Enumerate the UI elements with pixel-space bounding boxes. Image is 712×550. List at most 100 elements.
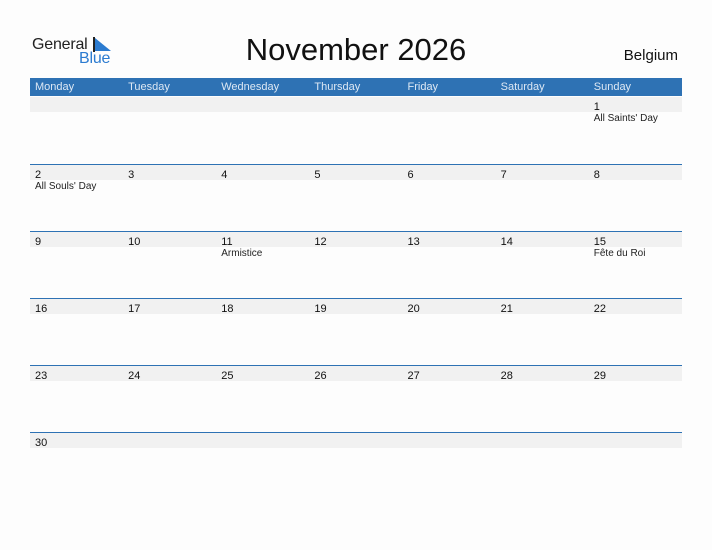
day-cell: 7: [496, 165, 589, 181]
day-cell: 15 Fête du Roi: [589, 232, 682, 259]
day-cell: 12: [309, 232, 402, 248]
day-cell: 13: [403, 232, 496, 248]
day-cell: 6: [403, 165, 496, 181]
day-number: 5: [314, 169, 321, 181]
day-number: 28: [500, 370, 513, 382]
day-cell: 19: [309, 299, 402, 315]
holiday-label: All Souls' Day: [35, 181, 97, 192]
day-number: 12: [314, 236, 327, 248]
day-number-strip: 9 10 11 Armistice 12 13 14 15 Fête du Roi: [30, 232, 682, 259]
day-cell: 26: [309, 366, 402, 382]
day-cell: [123, 97, 216, 112]
weekday-monday: Monday: [35, 81, 75, 93]
day-number-strip: 30: [30, 433, 682, 449]
day-cell: [589, 433, 682, 448]
day-number: 17: [128, 303, 141, 315]
day-cell: 25: [216, 366, 309, 382]
day-cell: 9: [30, 232, 123, 248]
day-number: 25: [221, 370, 234, 382]
week-row: 23 24 25 26 27 28 29: [30, 365, 682, 432]
country-label: Belgium: [623, 47, 678, 64]
day-number: 27: [407, 370, 420, 382]
day-number: 18: [221, 303, 234, 315]
day-cell: 17: [123, 299, 216, 315]
holiday-label: Fête du Roi: [593, 248, 646, 259]
day-number: 1: [593, 101, 600, 113]
day-number: 23: [35, 370, 48, 382]
day-cell: 29: [589, 366, 682, 382]
day-cell: 5: [309, 165, 402, 181]
day-cell: [496, 97, 589, 112]
day-number: 30: [35, 437, 48, 449]
day-cell: 8: [589, 165, 682, 181]
day-number: 3: [128, 169, 135, 181]
day-cell: [216, 433, 309, 448]
day-cell: 20: [403, 299, 496, 315]
day-cell: 14: [496, 232, 589, 248]
day-number: 15: [593, 236, 606, 248]
calendar-grid: Monday Tuesday Wednesday Thursday Friday…: [30, 78, 682, 462]
day-cell: [123, 433, 216, 448]
day-cell: 27: [403, 366, 496, 382]
day-cell: [309, 97, 402, 112]
weekday-header: Monday Tuesday Wednesday Thursday Friday…: [30, 78, 682, 96]
day-number: 14: [500, 236, 513, 248]
day-cell: 10: [123, 232, 216, 248]
day-cell: [496, 433, 589, 448]
day-cell: 11 Armistice: [216, 232, 309, 259]
day-number: 21: [500, 303, 513, 315]
day-number-strip: 16 17 18 19 20 21 22: [30, 299, 682, 315]
week-row: 9 10 11 Armistice 12 13 14 15 Fête du Roi: [30, 231, 682, 298]
day-number: 4: [221, 169, 228, 181]
weekday-saturday: Saturday: [500, 81, 545, 93]
day-cell: 3: [123, 165, 216, 181]
day-cell: 22: [589, 299, 682, 315]
day-number: 22: [593, 303, 606, 315]
day-number-strip: 1 All Saints' Day: [30, 97, 682, 124]
day-cell: 18: [216, 299, 309, 315]
day-cell: [30, 97, 123, 112]
day-cell: 30: [30, 433, 123, 449]
day-number: 20: [407, 303, 420, 315]
day-cell: 28: [496, 366, 589, 382]
day-cell: 21: [496, 299, 589, 315]
day-cell: 4: [216, 165, 309, 181]
week-row: 30: [30, 432, 682, 462]
day-number-strip: 2 All Souls' Day 3 4 5 6 7 8: [30, 165, 682, 192]
day-number: 9: [35, 236, 42, 248]
week-row: 16 17 18 19 20 21 22: [30, 298, 682, 365]
day-number: 8: [593, 169, 600, 181]
day-number: 24: [128, 370, 141, 382]
holiday-label: All Saints' Day: [593, 113, 658, 124]
day-cell: 1 All Saints' Day: [589, 97, 682, 124]
day-cell: [309, 433, 402, 448]
weekday-thursday: Thursday: [314, 81, 361, 93]
page-title: November 2026: [245, 32, 467, 67]
day-number: 6: [407, 169, 414, 181]
holiday-label: Armistice: [221, 248, 263, 259]
day-number: 19: [314, 303, 327, 315]
weekday-sunday: Sunday: [593, 81, 632, 93]
day-number: 2: [35, 169, 42, 181]
day-number: 11: [221, 236, 233, 248]
weeks-container: 1 All Saints' Day 2 All Souls' Day 3 4 5 6 7 8 9 10…: [30, 97, 682, 462]
day-cell: [403, 97, 496, 112]
day-number: 16: [35, 303, 48, 315]
day-number: 13: [407, 236, 420, 248]
weekday-friday: Friday: [407, 81, 439, 93]
weekday-wednesday: Wednesday: [221, 81, 280, 93]
day-cell: [403, 433, 496, 448]
day-cell: 23: [30, 366, 123, 382]
day-number-strip: 23 24 25 26 27 28 29: [30, 366, 682, 382]
week-row: 1 All Saints' Day: [30, 97, 682, 164]
day-number: 29: [593, 370, 606, 382]
day-cell: 24: [123, 366, 216, 382]
day-cell: 16: [30, 299, 123, 315]
day-number: 10: [128, 236, 141, 248]
day-cell: 2 All Souls' Day: [30, 165, 123, 192]
week-row: 2 All Souls' Day 3 4 5 6 7 8: [30, 164, 682, 231]
day-number: 26: [314, 370, 327, 382]
day-cell: [216, 97, 309, 112]
day-number: 7: [500, 169, 507, 181]
weekday-tuesday: Tuesday: [128, 81, 170, 93]
